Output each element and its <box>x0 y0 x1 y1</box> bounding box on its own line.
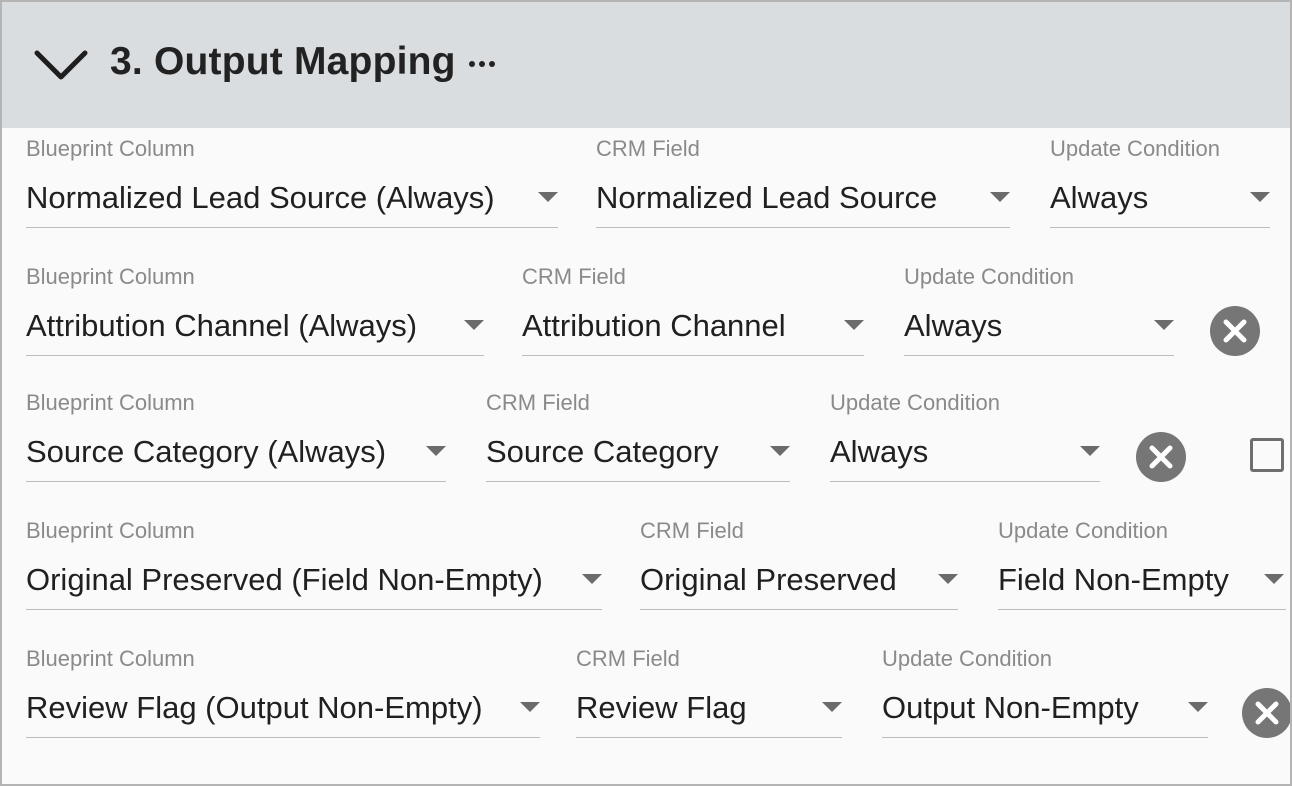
blueprint-column-select[interactable]: Blueprint Column Original Preserved (Fie… <box>26 510 602 610</box>
mapping-row: Blueprint Column Review Flag (Output Non… <box>2 638 1290 748</box>
mapping-row: Blueprint Column Normalized Lead Source … <box>2 128 1290 238</box>
mapping-row: Blueprint Column Attribution Channel (Al… <box>2 256 1290 366</box>
dropdown-arrow-icon <box>1080 446 1100 456</box>
blueprint-column-value: Review Flag (Output Non-Empty) <box>26 690 483 725</box>
field-underline <box>1050 226 1270 228</box>
crm-field-value: Attribution Channel <box>522 308 786 343</box>
mapping-row: Blueprint Column Source Category (Always… <box>2 382 1290 492</box>
blueprint-column-value: Original Preserved (Field Non-Empty) <box>26 562 543 597</box>
field-underline <box>640 608 958 610</box>
field-underline <box>576 736 842 738</box>
update-condition-select[interactable]: Update Condition Field Non-Empty <box>998 510 1286 610</box>
field-underline <box>486 480 790 482</box>
mapping-row: Blueprint Column Original Preserved (Fie… <box>2 510 1290 620</box>
field-underline <box>998 608 1286 610</box>
crm-field-select[interactable]: CRM Field Source Category <box>486 382 790 482</box>
blueprint-column-label: Blueprint Column <box>26 518 195 543</box>
crm-field-label: CRM Field <box>640 518 744 543</box>
blueprint-column-select[interactable]: Blueprint Column Normalized Lead Source … <box>26 128 558 228</box>
update-condition-select[interactable]: Update Condition Always <box>904 256 1174 356</box>
update-condition-select[interactable]: Update Condition Always <box>1050 128 1270 228</box>
crm-field-value: Normalized Lead Source <box>596 180 938 215</box>
blueprint-column-label: Blueprint Column <box>26 264 195 289</box>
blueprint-column-select[interactable]: Blueprint Column Attribution Channel (Al… <box>26 256 484 356</box>
dropdown-arrow-icon <box>938 574 958 584</box>
section-header[interactable]: 3. Output Mapping <box>2 2 1290 128</box>
field-underline <box>26 736 540 738</box>
field-underline <box>596 226 1010 228</box>
field-underline <box>26 608 602 610</box>
row-select-checkbox[interactable] <box>1250 438 1284 472</box>
update-condition-value: Output Non-Empty <box>882 690 1139 725</box>
more-horizontal-icon[interactable] <box>466 54 498 74</box>
update-condition-label: Update Condition <box>830 390 1001 415</box>
field-underline <box>904 354 1174 356</box>
crm-field-select[interactable]: CRM Field Original Preserved <box>640 510 958 610</box>
blueprint-column-label: Blueprint Column <box>26 390 195 415</box>
dropdown-arrow-icon <box>1264 574 1284 584</box>
dropdown-arrow-icon <box>520 702 540 712</box>
dropdown-arrow-icon <box>538 192 558 202</box>
update-condition-value: Always <box>1050 180 1149 215</box>
dropdown-arrow-icon <box>464 320 484 330</box>
dropdown-arrow-icon <box>990 192 1010 202</box>
blueprint-column-select[interactable]: Blueprint Column Review Flag (Output Non… <box>26 638 540 738</box>
update-condition-value: Always <box>830 434 929 469</box>
output-mapping-panel: 3. Output Mapping Blueprint Column Norma… <box>0 0 1292 786</box>
crm-field-select[interactable]: CRM Field Attribution Channel <box>522 256 864 356</box>
crm-field-select[interactable]: CRM Field Normalized Lead Source <box>596 128 1010 228</box>
chevron-down-icon[interactable] <box>32 46 90 82</box>
remove-mapping-button[interactable] <box>1136 432 1186 482</box>
update-condition-select[interactable]: Update Condition Always <box>830 382 1100 482</box>
dropdown-arrow-icon <box>770 446 790 456</box>
field-underline <box>882 736 1208 738</box>
field-underline <box>26 354 484 356</box>
dropdown-arrow-icon <box>426 446 446 456</box>
crm-field-select[interactable]: CRM Field Review Flag <box>576 638 842 738</box>
section-title: 3. Output Mapping <box>110 40 456 83</box>
field-underline <box>26 226 558 228</box>
remove-mapping-button[interactable] <box>1210 306 1260 356</box>
dropdown-arrow-icon <box>1188 702 1208 712</box>
dropdown-arrow-icon <box>844 320 864 330</box>
dropdown-arrow-icon <box>582 574 602 584</box>
crm-field-label: CRM Field <box>576 646 680 671</box>
update-condition-value: Always <box>904 308 1003 343</box>
blueprint-column-label: Blueprint Column <box>26 646 195 671</box>
crm-field-value: Original Preserved <box>640 562 897 597</box>
update-condition-label: Update Condition <box>882 646 1053 671</box>
close-icon <box>1255 701 1279 725</box>
update-condition-select[interactable]: Update Condition Output Non-Empty <box>882 638 1208 738</box>
field-underline <box>830 480 1100 482</box>
field-underline <box>522 354 864 356</box>
dropdown-arrow-icon <box>1154 320 1174 330</box>
blueprint-column-label: Blueprint Column <box>26 136 195 161</box>
crm-field-value: Source Category <box>486 434 719 469</box>
remove-mapping-button[interactable] <box>1242 688 1290 738</box>
blueprint-column-value: Source Category (Always) <box>26 434 387 469</box>
update-condition-label: Update Condition <box>904 264 1075 289</box>
update-condition-label: Update Condition <box>1050 136 1221 161</box>
blueprint-column-value: Attribution Channel (Always) <box>26 308 418 343</box>
update-condition-label: Update Condition <box>998 518 1169 543</box>
crm-field-label: CRM Field <box>596 136 700 161</box>
blueprint-column-value: Normalized Lead Source (Always) <box>26 180 495 215</box>
blueprint-column-select[interactable]: Blueprint Column Source Category (Always… <box>26 382 446 482</box>
dropdown-arrow-icon <box>822 702 842 712</box>
update-condition-value: Field Non-Empty <box>998 562 1229 597</box>
field-underline <box>26 480 446 482</box>
close-icon <box>1223 319 1247 343</box>
crm-field-label: CRM Field <box>486 390 590 415</box>
crm-field-label: CRM Field <box>522 264 626 289</box>
crm-field-value: Review Flag <box>576 690 747 725</box>
close-icon <box>1149 445 1173 469</box>
dropdown-arrow-icon <box>1250 192 1270 202</box>
